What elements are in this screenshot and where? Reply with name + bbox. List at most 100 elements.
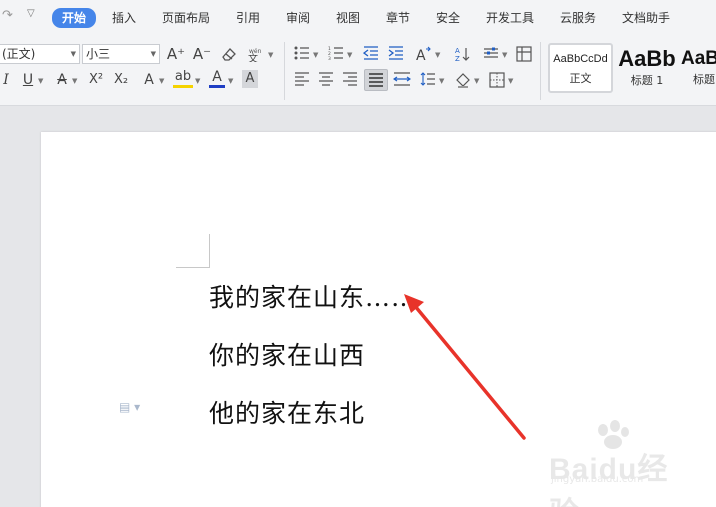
increase-indent-icon (388, 46, 403, 60)
sort-button[interactable]: AZ (452, 43, 472, 65)
align-left-button[interactable] (292, 69, 312, 91)
subscript-button[interactable]: X₂ (111, 69, 131, 91)
chevron-down-icon: ▼ (150, 50, 156, 58)
menu-tab-bar: ↷ ▽ 开始 插入 页面布局 引用 审阅 视图 章节 安全 开发工具 云服务 文… (0, 0, 716, 36)
line-spacing-options-button[interactable] (481, 43, 501, 65)
tab-review[interactable]: 审阅 (286, 9, 310, 27)
italic-button[interactable]: I (0, 69, 12, 91)
tab-security[interactable]: 安全 (436, 9, 460, 27)
paragraph-handle-icon[interactable]: ▤ ▾ (119, 400, 140, 414)
font-name-value: (正文) (2, 47, 36, 61)
paragraph-line-2[interactable]: 你的家在山西 (209, 336, 365, 372)
distribute-button[interactable] (392, 69, 412, 91)
tab-developer[interactable]: 开发工具 (486, 9, 534, 27)
style-name: 标题 (693, 73, 715, 86)
paragraph-line-3[interactable]: 他的家在东北 (209, 394, 365, 430)
increase-indent-button[interactable] (386, 43, 406, 65)
sort-icon: AZ (455, 47, 470, 62)
ribbon-divider (284, 42, 285, 100)
decrease-indent-icon (363, 46, 378, 60)
highlight-button[interactable]: ab (173, 68, 193, 88)
tab-view[interactable]: 视图 (336, 9, 360, 27)
style-heading-1[interactable]: AaBb 标题 1 (614, 43, 680, 93)
numbered-list-button[interactable]: 123 (326, 43, 346, 65)
chevron-down-icon[interactable]: ▼ (508, 70, 513, 92)
phonetic-guide-button[interactable]: wén 文 (245, 43, 267, 65)
redo-icon[interactable]: ↷ (2, 8, 13, 23)
superscript-button[interactable]: X² (86, 69, 106, 91)
decrease-indent-button[interactable] (361, 43, 381, 65)
adjust-icon (484, 47, 498, 58)
borders-icon (489, 72, 505, 88)
align-left-icon (295, 72, 309, 86)
watermark-logo: Baidu经验 jingyan.baidu.com (549, 420, 689, 507)
clear-format-button[interactable] (219, 43, 239, 65)
tab-home[interactable]: 开始 (52, 8, 96, 28)
tab-references[interactable]: 引用 (236, 9, 260, 27)
chevron-down-icon[interactable]: ▼ (347, 44, 352, 66)
chevron-down-icon[interactable]: ▼ (474, 70, 479, 92)
phonetic-guide-icon: wén文 (248, 48, 262, 62)
line-spacing-icon (420, 72, 435, 86)
watermark-url: jingyan.baidu.com (551, 474, 644, 485)
chevron-down-icon[interactable]: ▼ (228, 70, 233, 92)
font-color-button[interactable]: A (209, 68, 225, 88)
chevron-down-icon[interactable]: ▼ (268, 44, 273, 66)
change-case-icon: A (416, 46, 431, 62)
margin-corner-mark (176, 234, 210, 268)
table-icon (516, 46, 532, 62)
svg-text:A: A (416, 48, 426, 62)
align-center-icon (319, 72, 333, 86)
chevron-down-icon[interactable]: ▼ (439, 70, 444, 92)
tab-insert[interactable]: 插入 (112, 9, 136, 27)
shading-button[interactable] (453, 69, 473, 91)
svg-text:Z: Z (455, 55, 460, 62)
ribbon-divider (540, 42, 541, 100)
shrink-font-button[interactable]: A⁻ (192, 43, 212, 65)
justify-button[interactable] (364, 69, 388, 91)
table-insert-button[interactable] (514, 43, 534, 65)
chevron-down-icon[interactable]: ▼ (195, 70, 200, 92)
style-preview: AaBbCcDd (553, 53, 608, 65)
chevron-down-icon: ▼ (70, 50, 76, 58)
chevron-down-icon[interactable]: ▼ (159, 70, 164, 92)
paint-bucket-icon (456, 73, 470, 88)
font-name-select[interactable]: (正文) ▼ (0, 44, 80, 64)
justify-icon (369, 73, 383, 87)
style-name: 标题 1 (630, 74, 664, 87)
underline-button[interactable]: U (20, 69, 36, 91)
bullet-list-button[interactable] (292, 43, 312, 65)
text-effect-button[interactable]: A (141, 69, 157, 91)
bullet-list-icon (294, 46, 309, 60)
style-preview: AaBl (681, 48, 716, 69)
grow-font-button[interactable]: A⁺ (166, 43, 186, 65)
char-shading-button[interactable]: A (242, 70, 258, 88)
align-right-icon (343, 72, 357, 86)
paragraph-line-1[interactable]: 我的家在山东…… (209, 278, 417, 314)
tab-cloud-service[interactable]: 云服务 (560, 9, 596, 27)
chevron-down-icon[interactable]: ▼ (435, 44, 440, 66)
borders-button[interactable] (487, 69, 507, 91)
align-center-button[interactable] (316, 69, 336, 91)
style-heading[interactable]: AaBl 标题 (681, 43, 716, 93)
chevron-down-icon[interactable]: ▼ (502, 44, 507, 66)
line-spacing-button[interactable] (418, 69, 438, 91)
font-size-select[interactable]: 小三 ▼ (82, 44, 160, 64)
font-size-value: 小三 (86, 47, 111, 61)
chevron-down-icon[interactable]: ▽ (27, 8, 35, 19)
eraser-icon (222, 48, 236, 61)
tab-page-layout[interactable]: 页面布局 (162, 9, 210, 27)
chevron-down-icon[interactable]: ▼ (38, 70, 43, 92)
tab-doc-assistant[interactable]: 文档助手 (622, 9, 670, 27)
distribute-icon (393, 72, 411, 86)
chevron-down-icon[interactable]: ▼ (72, 70, 77, 92)
style-normal[interactable]: AaBbCcDd 正文 (548, 43, 613, 93)
align-right-button[interactable] (340, 69, 360, 91)
svg-text:3: 3 (328, 56, 331, 60)
tab-chapter[interactable]: 章节 (386, 9, 410, 27)
numbered-list-icon: 123 (328, 46, 343, 60)
chevron-down-icon[interactable]: ▼ (313, 44, 318, 66)
style-preview: AaBb (618, 46, 676, 71)
strikethrough-button[interactable]: A (54, 69, 70, 91)
change-case-button[interactable]: A (414, 43, 434, 65)
